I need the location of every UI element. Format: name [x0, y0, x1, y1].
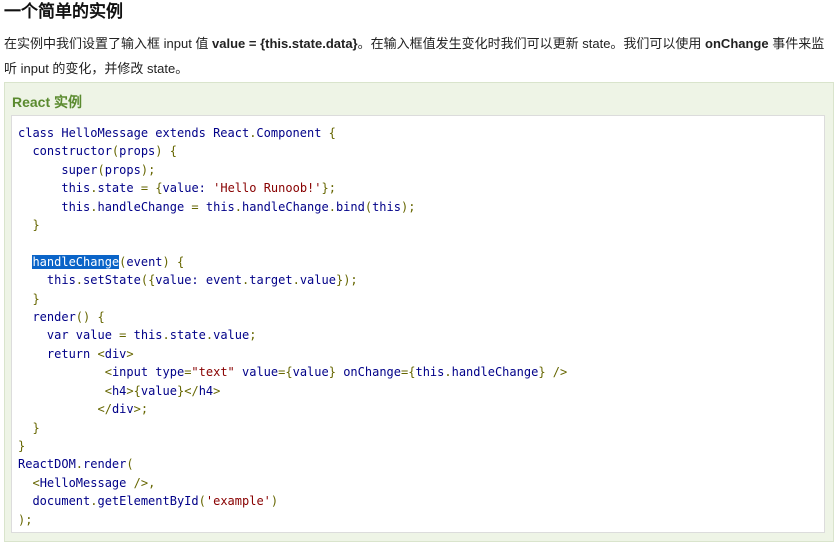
- code-line: class HelloMessage extends React.Compone…: [18, 126, 336, 140]
- page-title: 一个简单的实例: [4, 2, 123, 21]
- code-line: }: [18, 438, 26, 453]
- intro-bold-value: value = {this.state.data}: [212, 36, 358, 51]
- code-line: this.handleChange = this.handleChange.bi…: [18, 199, 416, 214]
- intro-text-2: 。在输入框值发生变化时我们可以更新 state。我们可以使用: [357, 36, 706, 51]
- code-line: this.setState({value: event.target.value…: [18, 273, 358, 288]
- code-line: <h4>{value}</h4>: [104, 383, 221, 398]
- code-line: );: [18, 512, 33, 527]
- code-line: constructor(props) {: [18, 144, 177, 159]
- code-line: <input type="text" value={value} onChang…: [104, 365, 568, 380]
- intro-bold-onchange: onChange: [705, 36, 769, 51]
- intro-text-1: 在实例中我们设置了输入框 input 值: [4, 36, 213, 51]
- code-line: }: [32, 218, 40, 233]
- code-text[interactable]: class HelloMessage extends React.Compone…: [18, 124, 567, 529]
- code-line: }: [32, 291, 40, 306]
- code-line: super(props);: [18, 162, 156, 177]
- code-line: var value = this.state.value;: [18, 328, 257, 343]
- code-line: render() {: [18, 310, 105, 325]
- code-block[interactable]: class HelloMessage extends React.Compone…: [11, 115, 825, 533]
- code-line: </div>;: [97, 402, 149, 417]
- selected-text: handleChange: [32, 254, 120, 269]
- code-line: this.state = {value: 'Hello Runoob!'};: [18, 181, 336, 196]
- code-line: <HelloMessage />,: [32, 475, 156, 490]
- intro-paragraph: 在实例中我们设置了输入框 input 值 value = {this.state…: [4, 31, 836, 81]
- code-line: handleChange(event) {: [32, 254, 185, 269]
- code-line: }: [32, 420, 40, 435]
- code-line: ReactDOM.render(: [18, 457, 134, 472]
- example-box: React 实例 class HelloMessage extends Reac…: [4, 82, 834, 542]
- example-title: React 实例: [12, 94, 83, 110]
- code-line: document.getElementById('example'): [18, 494, 279, 509]
- code-line: return <div>: [18, 346, 134, 361]
